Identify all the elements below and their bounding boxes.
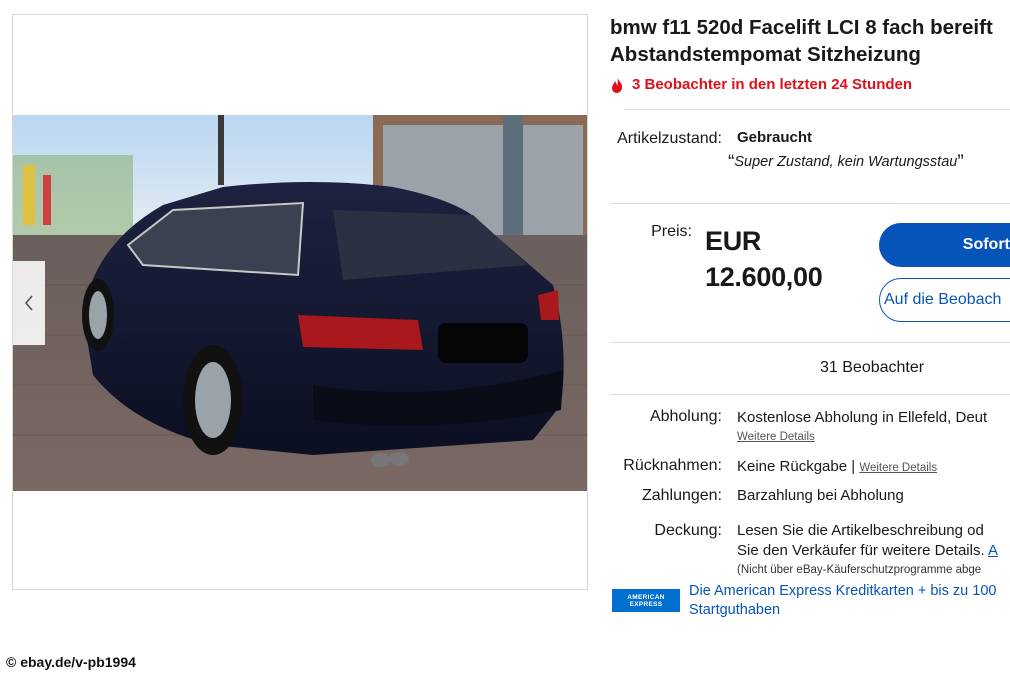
pickup-details-link[interactable]: Weitere Details	[737, 431, 815, 443]
price-label: Preis:	[651, 223, 692, 240]
buy-now-button[interactable]: Sofort-	[879, 223, 1010, 267]
amex-logo: AMERICAN EXPRESS	[612, 589, 680, 612]
returns-details-link[interactable]: Weitere Details	[859, 462, 937, 474]
hot-watchers-notice: 3 Beobachter in den letzten 24 Stunden	[610, 76, 912, 93]
returns-row: Keine Rückgabe | Weitere Details	[737, 458, 937, 475]
listing-title: bmw f11 520d Facelift LCI 8 fach bereift…	[610, 16, 993, 66]
condition-note: “Super Zustand, kein Wartungsstau”	[728, 152, 964, 174]
returns-value: Keine Rückgabe |	[737, 458, 856, 475]
pickup-value: Kostenlose Abholung in Ellefeld, Deut	[737, 409, 988, 426]
coverage-label: Deckung:	[654, 522, 722, 539]
price-amount: 12.600,00	[705, 262, 823, 292]
car-photo[interactable]	[13, 115, 588, 491]
payment-value: Barzahlung bei Abholung	[737, 487, 904, 504]
coverage-line-2: Sie den Verkäufer für weitere Details. A	[737, 542, 998, 559]
coverage-line-2-text: Sie den Verkäufer für weitere Details.	[737, 542, 985, 559]
previous-image-button[interactable]	[13, 261, 45, 345]
coverage-link[interactable]: A	[988, 542, 998, 559]
watchers-count: 31 Beobachter	[820, 359, 925, 376]
divider	[625, 109, 1010, 110]
condition-label: Artikelzustand:	[617, 130, 722, 147]
coverage-line-1: Lesen Sie die Artikelbeschreibung od	[737, 522, 984, 539]
image-gallery	[12, 14, 588, 590]
divider	[610, 342, 1010, 343]
amex-promo-link[interactable]: Die American Express Kreditkarten + bis …	[689, 582, 1010, 620]
add-to-watchlist-button[interactable]: Auf die Beobach	[879, 278, 1010, 322]
condition-note-text: Super Zustand, kein Wartungsstau	[734, 154, 958, 170]
amex-logo-text: AMERICAN EXPRESS	[627, 593, 665, 608]
item-details: bmw f11 520d Facelift LCI 8 fach bereift…	[600, 0, 1010, 673]
flame-icon	[612, 76, 623, 93]
close-quote-mark: ”	[957, 152, 964, 173]
hot-watchers-text: 3 Beobachter in den letzten 24 Stunden	[632, 76, 913, 93]
condition-value: Gebraucht	[737, 129, 813, 146]
returns-label: Rücknahmen:	[623, 457, 722, 474]
price-value: EUR 12.600,00	[705, 223, 823, 295]
chevron-left-icon	[24, 295, 33, 311]
divider	[610, 394, 1010, 395]
coverage-note: (Nicht über eBay-Käuferschutzprogramme a…	[737, 564, 982, 576]
copyright-notice: © ebay.de/v-pb1994	[6, 654, 136, 670]
payment-label: Zahlungen:	[641, 487, 722, 504]
price-currency: EUR	[705, 226, 762, 256]
pickup-label: Abholung:	[649, 408, 722, 425]
divider	[610, 203, 1010, 204]
